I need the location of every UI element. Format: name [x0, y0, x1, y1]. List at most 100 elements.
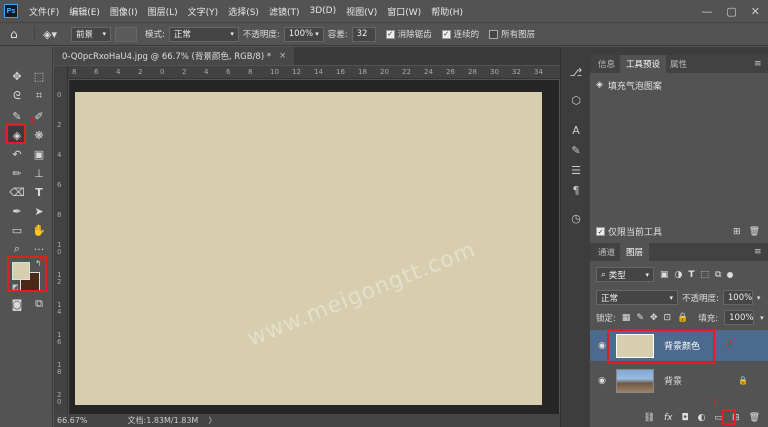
lock-transparent-icon[interactable]: ▦ — [622, 313, 631, 323]
hand-tool-icon[interactable]: ✋ — [30, 221, 48, 239]
preset-item[interactable]: ◈ 填充气泡图案 — [590, 77, 768, 93]
lock-all-icon[interactable]: 🔒 — [677, 313, 688, 323]
tab-layers[interactable]: 图层 — [620, 243, 650, 261]
antialias-checkbox[interactable]: ✓ — [385, 29, 395, 39]
clone-stamp-tool-icon[interactable]: ⊥ — [30, 164, 48, 182]
contiguous-checkbox[interactable]: ✓ — [441, 29, 451, 39]
paint-bucket-preset-icon[interactable]: ◈▾ — [43, 28, 67, 41]
layer-opacity-input[interactable]: 100% — [722, 290, 753, 305]
paragraph-panel-icon[interactable]: ¶ — [569, 183, 583, 197]
current-tool-only-option[interactable]: ✓ 仅限当前工具 ⊞ 🗑 — [590, 223, 768, 240]
trash-icon[interactable]: 🗑 — [749, 227, 760, 237]
mode-select[interactable]: 正常 ▾ — [168, 26, 239, 42]
add-mask-icon[interactable]: ◘ — [682, 413, 689, 423]
menu-file[interactable]: 文件(F) — [24, 5, 64, 18]
rectangle-tool-icon[interactable]: ▭ — [8, 221, 26, 239]
lock-artboard-icon[interactable]: ⊡ — [663, 313, 671, 323]
all-layers-checkbox[interactable] — [489, 29, 499, 39]
quick-mask-icon[interactable]: ◙ — [8, 295, 26, 313]
close-button[interactable]: ✕ — [751, 5, 760, 18]
filter-shape-icon[interactable]: ⬚ — [701, 270, 710, 280]
zoom-level[interactable]: 66.67% — [57, 416, 88, 425]
tab-channels[interactable]: 通道 — [592, 243, 621, 261]
panel-menu-icon[interactable]: ≡ — [754, 59, 762, 69]
type-tool-icon[interactable]: T — [30, 183, 48, 201]
layer-filter-select[interactable]: ⌕ 类型 ▾ — [596, 267, 654, 282]
status-menu-arrow[interactable]: 〉 — [208, 415, 216, 426]
pattern-stamp-tool-icon[interactable]: ❋ — [30, 126, 48, 144]
move-tool-icon[interactable]: ✥ — [8, 67, 26, 85]
ruler-left[interactable]: 0 2 4 6 8 10 12 14 16 18 20 — [54, 66, 68, 414]
current-tool-only-checkbox[interactable]: ✓ — [596, 227, 605, 236]
screen-mode-icon[interactable]: ⧉ — [30, 295, 48, 313]
all-layers-option[interactable]: 所有图层 — [489, 28, 535, 40]
pen-tool-icon[interactable]: ✒ — [8, 202, 26, 220]
contiguous-option[interactable]: ✓ 连续的 — [441, 28, 479, 40]
maximize-button[interactable]: ▢ — [726, 5, 736, 18]
menu-select[interactable]: 选择(S) — [223, 5, 264, 18]
filter-pixel-icon[interactable]: ▣ — [660, 270, 669, 280]
chevron-down-icon[interactable]: ▾ — [757, 294, 761, 302]
menu-help[interactable]: 帮助(H) — [426, 5, 468, 18]
history-brush-tool-icon[interactable]: ↶ — [8, 145, 26, 163]
menu-type[interactable]: 文字(Y) — [183, 5, 224, 18]
character-panel-icon[interactable]: A — [569, 123, 583, 137]
filter-adjust-icon[interactable]: ◑ — [675, 270, 683, 280]
delete-layer-icon[interactable]: 🗑 — [749, 413, 760, 423]
fill-source-select[interactable]: 前景 ▾ — [71, 26, 111, 42]
menu-3d[interactable]: 3D(D) — [304, 6, 341, 16]
panel-menu-icon[interactable]: ≡ — [754, 247, 762, 257]
lock-position-icon[interactable]: ✥ — [650, 313, 658, 323]
menu-image[interactable]: 图像(I) — [105, 5, 143, 18]
tab-tool-presets[interactable]: 工具预设 — [620, 55, 667, 73]
lasso-tool-icon[interactable]: ᘓ — [8, 87, 26, 105]
lock-pixels-icon[interactable]: ✎ — [636, 313, 644, 323]
antialias-option[interactable]: ✓ 消除锯齿 — [385, 28, 432, 40]
new-preset-icon[interactable]: ⊞ — [733, 227, 741, 237]
all-layers-label: 所有图层 — [501, 30, 536, 40]
close-tab-icon[interactable]: × — [279, 51, 286, 61]
history-clock-icon[interactable]: ◷ — [569, 211, 583, 225]
document-tab[interactable]: 0-Q0pcRxoHaU4.jpg @ 66.7% (背景颜色, RGB/8) … — [54, 47, 295, 65]
layer-row-background[interactable]: ◉ 背景 🔒 — [590, 365, 768, 396]
tab-properties[interactable]: 属性 — [664, 55, 693, 73]
annotation-number-2: 2 — [726, 338, 733, 349]
frame-tool-icon[interactable]: ▣ — [30, 145, 48, 163]
minimize-button[interactable]: — — [701, 5, 712, 18]
tolerance-input[interactable]: 32 — [351, 26, 376, 42]
ruler-top[interactable]: 8 6 4 2 0 2 4 6 8 10 12 14 16 18 20 22 24 26 28 30 32 34 — [68, 66, 560, 79]
marquee-tool-icon[interactable]: ⬚ — [30, 67, 48, 85]
3d-panel-icon[interactable]: ⬡ — [569, 93, 583, 107]
home-icon[interactable]: ⌂ — [10, 27, 26, 41]
tab-info[interactable]: 信息 — [592, 55, 621, 73]
menu-filter[interactable]: 滤镜(T) — [264, 5, 305, 18]
fill-input[interactable]: 100% — [724, 310, 755, 325]
adjustment-layer-icon[interactable]: ◐ — [698, 413, 706, 423]
filter-toggle-icon[interactable] — [727, 271, 734, 278]
menu-bar: Ps 文件(F) 编辑(E) 图像(I) 图层(L) 文字(Y) 选择(S) 滤… — [0, 0, 768, 22]
crop-tool-icon[interactable]: ⌗ — [30, 87, 48, 105]
filter-smart-icon[interactable]: ⧉ — [715, 270, 721, 280]
brush-tool-icon[interactable]: ✏ — [8, 164, 26, 182]
link-layers-icon[interactable]: ⛓ — [644, 413, 655, 423]
menu-view[interactable]: 视图(V) — [341, 5, 382, 18]
history-panel-icon[interactable]: ⎇ — [569, 65, 583, 79]
eraser-tool-icon[interactable]: ⌫ — [8, 183, 26, 201]
layer-name[interactable]: 背景 — [664, 374, 682, 387]
ruler-tick-label: 4 — [116, 68, 121, 76]
opacity-input[interactable]: 100% ▾ — [283, 26, 324, 42]
menu-window[interactable]: 窗口(W) — [382, 5, 426, 18]
adjustments-panel-icon[interactable]: ☰ — [569, 163, 583, 177]
chevron-down-icon[interactable]: ▾ — [760, 314, 764, 322]
status-bar: 66.67% 文档:1.83M/1.83M 〉 — [54, 414, 560, 427]
path-select-tool-icon[interactable]: ➤ — [30, 202, 48, 220]
filter-type-icon[interactable]: T — [688, 270, 694, 280]
fx-icon[interactable]: fx — [664, 413, 673, 423]
menu-layer[interactable]: 图层(L) — [143, 5, 183, 18]
pattern-picker[interactable] — [115, 26, 137, 42]
blend-mode-select[interactable]: 正常 ▾ — [596, 290, 678, 305]
visibility-eye-icon[interactable]: ◉ — [596, 376, 608, 386]
search-icon: ⌕ — [601, 269, 606, 280]
menu-edit[interactable]: 编辑(E) — [64, 5, 105, 18]
brush-panel-icon[interactable]: ✎ — [569, 143, 583, 157]
